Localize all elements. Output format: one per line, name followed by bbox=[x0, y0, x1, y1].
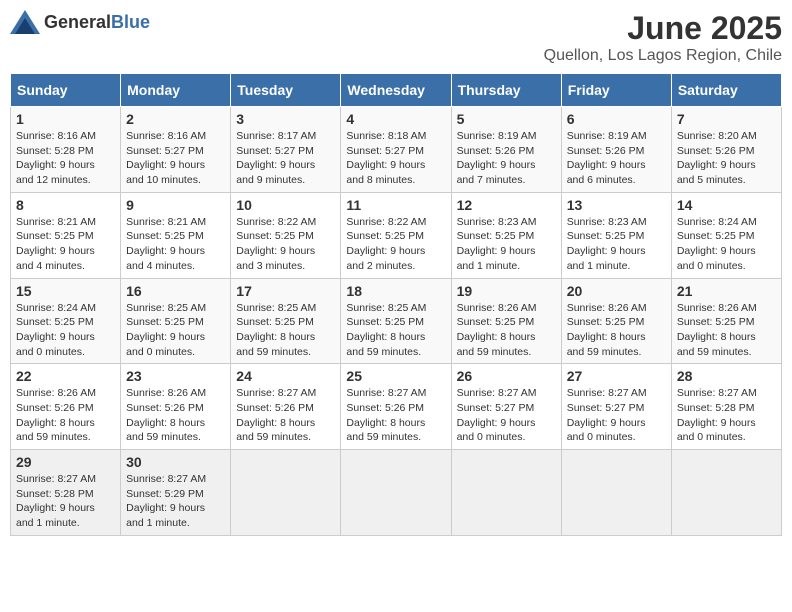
table-row: 10Sunrise: 8:22 AMSunset: 5:25 PMDayligh… bbox=[231, 192, 341, 278]
table-row: 23Sunrise: 8:26 AMSunset: 5:26 PMDayligh… bbox=[121, 364, 231, 450]
table-row: 9Sunrise: 8:21 AMSunset: 5:25 PMDaylight… bbox=[121, 192, 231, 278]
week-row-1: 1Sunrise: 8:16 AMSunset: 5:28 PMDaylight… bbox=[11, 107, 782, 193]
table-row: 2Sunrise: 8:16 AMSunset: 5:27 PMDaylight… bbox=[121, 107, 231, 193]
header-thursday: Thursday bbox=[451, 74, 561, 107]
week-row-5: 29Sunrise: 8:27 AMSunset: 5:28 PMDayligh… bbox=[11, 450, 782, 536]
table-row: 15Sunrise: 8:24 AMSunset: 5:25 PMDayligh… bbox=[11, 278, 121, 364]
main-title: June 2025 bbox=[544, 10, 782, 47]
table-row: 11Sunrise: 8:22 AMSunset: 5:25 PMDayligh… bbox=[341, 192, 451, 278]
table-row: 28Sunrise: 8:27 AMSunset: 5:28 PMDayligh… bbox=[671, 364, 781, 450]
empty-cell bbox=[231, 450, 341, 536]
empty-cell bbox=[341, 450, 451, 536]
table-row: 29Sunrise: 8:27 AMSunset: 5:28 PMDayligh… bbox=[11, 450, 121, 536]
table-row: 7Sunrise: 8:20 AMSunset: 5:26 PMDaylight… bbox=[671, 107, 781, 193]
header-friday: Friday bbox=[561, 74, 671, 107]
header-saturday: Saturday bbox=[671, 74, 781, 107]
table-row: 22Sunrise: 8:26 AMSunset: 5:26 PMDayligh… bbox=[11, 364, 121, 450]
empty-cell bbox=[561, 450, 671, 536]
table-row: 12Sunrise: 8:23 AMSunset: 5:25 PMDayligh… bbox=[451, 192, 561, 278]
empty-cell bbox=[671, 450, 781, 536]
logo-blue: Blue bbox=[111, 12, 150, 32]
header-wednesday: Wednesday bbox=[341, 74, 451, 107]
table-row: 25Sunrise: 8:27 AMSunset: 5:26 PMDayligh… bbox=[341, 364, 451, 450]
table-row: 4Sunrise: 8:18 AMSunset: 5:27 PMDaylight… bbox=[341, 107, 451, 193]
title-area: June 2025 Quellon, Los Lagos Region, Chi… bbox=[544, 10, 782, 65]
logo-icon bbox=[10, 10, 40, 34]
table-row: 30Sunrise: 8:27 AMSunset: 5:29 PMDayligh… bbox=[121, 450, 231, 536]
logo: GeneralBlue bbox=[10, 10, 150, 34]
table-row: 13Sunrise: 8:23 AMSunset: 5:25 PMDayligh… bbox=[561, 192, 671, 278]
table-row: 18Sunrise: 8:25 AMSunset: 5:25 PMDayligh… bbox=[341, 278, 451, 364]
week-row-2: 8Sunrise: 8:21 AMSunset: 5:25 PMDaylight… bbox=[11, 192, 782, 278]
subtitle: Quellon, Los Lagos Region, Chile bbox=[544, 47, 782, 65]
table-row: 16Sunrise: 8:25 AMSunset: 5:25 PMDayligh… bbox=[121, 278, 231, 364]
table-row: 5Sunrise: 8:19 AMSunset: 5:26 PMDaylight… bbox=[451, 107, 561, 193]
table-row: 8Sunrise: 8:21 AMSunset: 5:25 PMDaylight… bbox=[11, 192, 121, 278]
table-row: 24Sunrise: 8:27 AMSunset: 5:26 PMDayligh… bbox=[231, 364, 341, 450]
header-sunday: Sunday bbox=[11, 74, 121, 107]
header-tuesday: Tuesday bbox=[231, 74, 341, 107]
table-row: 1Sunrise: 8:16 AMSunset: 5:28 PMDaylight… bbox=[11, 107, 121, 193]
table-row: 20Sunrise: 8:26 AMSunset: 5:25 PMDayligh… bbox=[561, 278, 671, 364]
week-row-4: 22Sunrise: 8:26 AMSunset: 5:26 PMDayligh… bbox=[11, 364, 782, 450]
table-row: 6Sunrise: 8:19 AMSunset: 5:26 PMDaylight… bbox=[561, 107, 671, 193]
logo-general: General bbox=[44, 12, 111, 32]
table-row: 17Sunrise: 8:25 AMSunset: 5:25 PMDayligh… bbox=[231, 278, 341, 364]
week-row-3: 15Sunrise: 8:24 AMSunset: 5:25 PMDayligh… bbox=[11, 278, 782, 364]
empty-cell bbox=[451, 450, 561, 536]
header: GeneralBlue June 2025 Quellon, Los Lagos… bbox=[10, 10, 782, 65]
table-row: 27Sunrise: 8:27 AMSunset: 5:27 PMDayligh… bbox=[561, 364, 671, 450]
calendar-table: Sunday Monday Tuesday Wednesday Thursday… bbox=[10, 73, 782, 536]
table-row: 19Sunrise: 8:26 AMSunset: 5:25 PMDayligh… bbox=[451, 278, 561, 364]
header-monday: Monday bbox=[121, 74, 231, 107]
table-row: 26Sunrise: 8:27 AMSunset: 5:27 PMDayligh… bbox=[451, 364, 561, 450]
table-row: 21Sunrise: 8:26 AMSunset: 5:25 PMDayligh… bbox=[671, 278, 781, 364]
table-row: 14Sunrise: 8:24 AMSunset: 5:25 PMDayligh… bbox=[671, 192, 781, 278]
calendar-header-row: Sunday Monday Tuesday Wednesday Thursday… bbox=[11, 74, 782, 107]
table-row: 3Sunrise: 8:17 AMSunset: 5:27 PMDaylight… bbox=[231, 107, 341, 193]
